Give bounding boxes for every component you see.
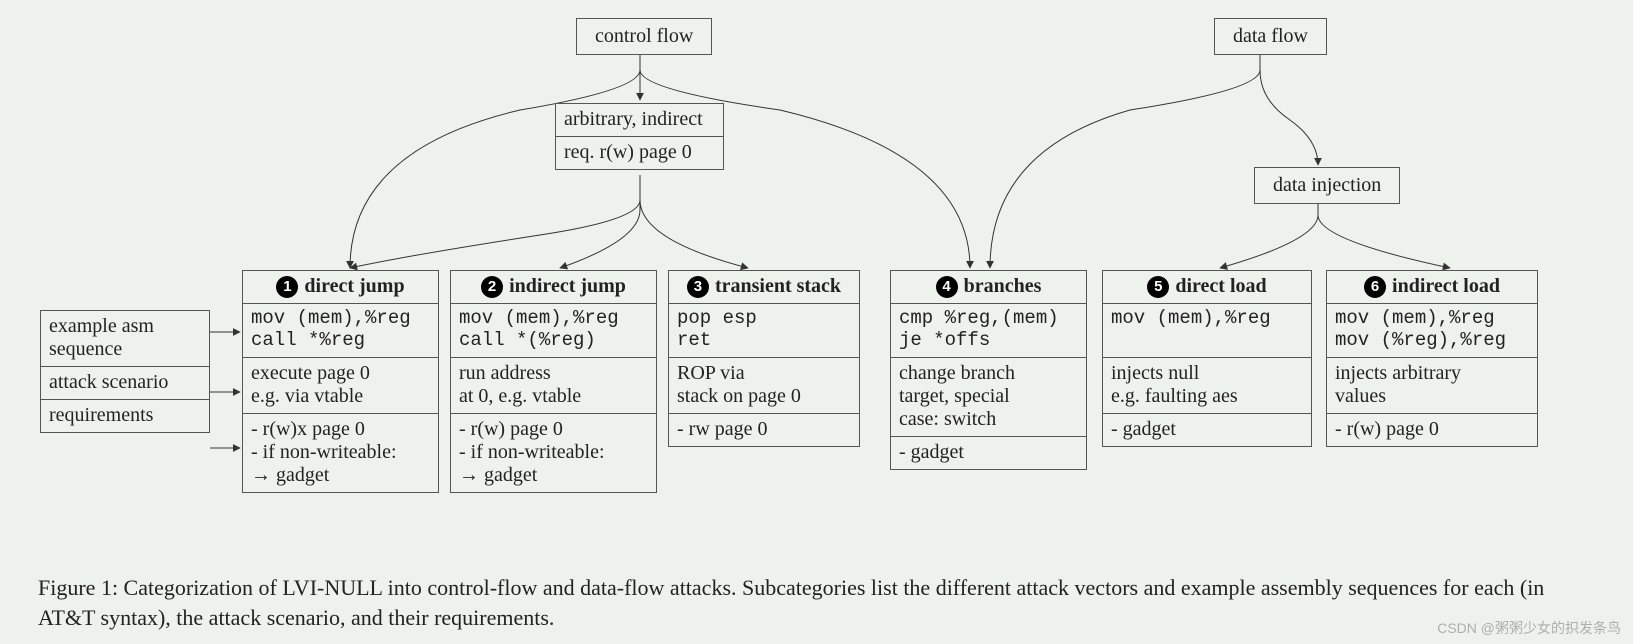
asm: pop esp ret	[669, 304, 859, 358]
asm: mov (mem),%reg call *%reg	[243, 304, 438, 358]
req: - r(w) page 0	[1327, 414, 1537, 446]
col-transient-stack: 3 transient stack pop esp ret ROP via sta…	[668, 270, 860, 447]
col-header: 4 branches	[891, 271, 1086, 304]
col-title: direct load	[1175, 275, 1266, 297]
asm: mov (mem),%reg	[1103, 304, 1311, 358]
attack: run address at 0, e.g. vtable	[451, 358, 656, 414]
col-indirect-load: 6 indirect load mov (mem),%reg mov (%reg)…	[1326, 270, 1538, 447]
badge-num: 2	[481, 276, 503, 298]
req: - gadget	[891, 437, 1086, 469]
col-title: transient stack	[715, 275, 841, 297]
badge-num: 4	[936, 276, 958, 298]
watermark: CSDN @粥粥少女的抧发条鸟	[1437, 618, 1621, 638]
col-header: 2 indirect jump	[451, 271, 656, 304]
node-data-flow: data flow	[1214, 18, 1327, 55]
col-direct-load: 5 direct load mov (mem),%reg injects null…	[1102, 270, 1312, 447]
rowlabel-asm: example asm sequence	[41, 311, 209, 367]
label: data flow	[1233, 25, 1308, 47]
asm: mov (mem),%reg call *(%reg)	[451, 304, 656, 358]
attack: injects arbitrary values	[1327, 358, 1537, 414]
badge-num: 6	[1364, 276, 1386, 298]
col-direct-jump: 1 direct jump mov (mem),%reg call *%reg e…	[242, 270, 439, 493]
attack: execute page 0 e.g. via vtable	[243, 358, 438, 414]
rowlabel-req: requirements	[41, 400, 209, 432]
badge-num: 3	[687, 276, 709, 298]
col-title: direct jump	[304, 275, 404, 297]
node-control-flow: control flow	[576, 18, 712, 55]
attack: injects null e.g. faulting aes	[1103, 358, 1311, 414]
node-data-injection: data injection	[1254, 167, 1400, 204]
label: arbitrary, indirect	[556, 104, 723, 137]
col-branches: 4 branches cmp %reg,(mem) je *offs change…	[890, 270, 1087, 470]
req: - rw page 0	[669, 414, 859, 446]
col-indirect-jump: 2 indirect jump mov (mem),%reg call *(%re…	[450, 270, 657, 493]
col-header: 1 direct jump	[243, 271, 438, 304]
req: - gadget	[1103, 414, 1311, 446]
label: control flow	[595, 25, 693, 47]
col-title: indirect load	[1392, 275, 1500, 297]
badge-num: 1	[276, 276, 298, 298]
col-header: 6 indirect load	[1327, 271, 1537, 304]
node-arbitrary-indirect: arbitrary, indirect req. r(w) page 0	[555, 103, 724, 170]
col-title: indirect jump	[509, 275, 626, 297]
figure-caption: Figure 1: Categorization of LVI-NULL int…	[38, 573, 1593, 632]
attack: change branch target, special case: swit…	[891, 358, 1086, 437]
rowlabel-attack: attack scenario	[41, 367, 209, 400]
req: - r(w) page 0 - if non-writeable: → gadg…	[451, 414, 656, 492]
diagram-canvas: control flow data flow arbitrary, indire…	[0, 0, 1633, 644]
col-header: 5 direct load	[1103, 271, 1311, 304]
badge-num: 5	[1147, 276, 1169, 298]
attack: ROP via stack on page 0	[669, 358, 859, 414]
req: - r(w)x page 0 - if non-writeable: → gad…	[243, 414, 438, 492]
label: data injection	[1273, 174, 1381, 196]
asm: cmp %reg,(mem) je *offs	[891, 304, 1086, 358]
label: req. r(w) page 0	[556, 137, 723, 169]
col-title: branches	[964, 275, 1042, 297]
col-header: 3 transient stack	[669, 271, 859, 304]
row-labels: example asm sequence attack scenario req…	[40, 310, 210, 433]
asm: mov (mem),%reg mov (%reg),%reg	[1327, 304, 1537, 358]
